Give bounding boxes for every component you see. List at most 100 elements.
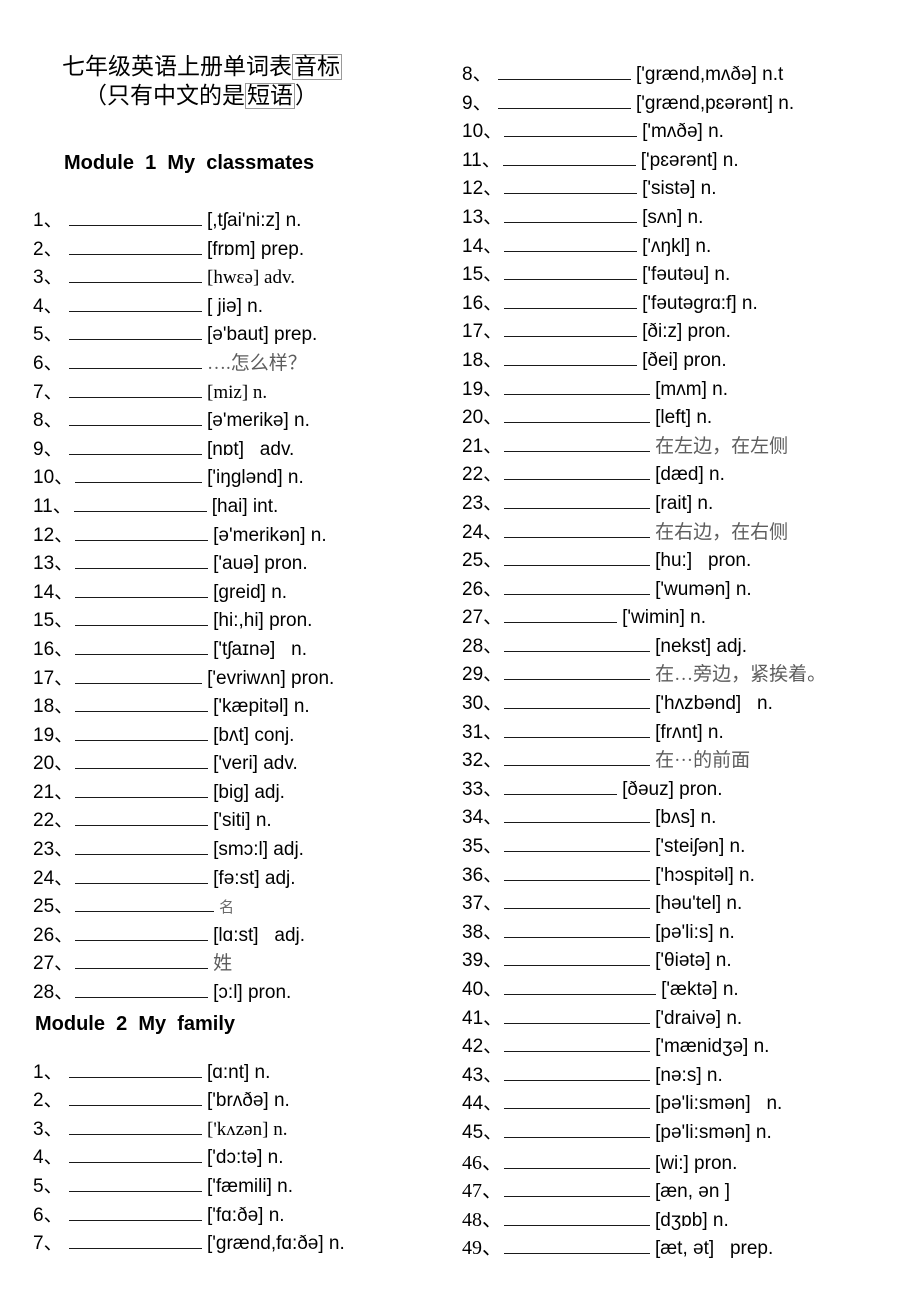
answer-blank[interactable] xyxy=(504,720,651,738)
entry-number: 8、 xyxy=(462,64,492,85)
answer-blank[interactable] xyxy=(504,1236,650,1255)
answer-blank[interactable] xyxy=(75,666,203,684)
answer-blank[interactable] xyxy=(504,1208,650,1226)
word-entry-row: 23、 [smɔ:l] adj. xyxy=(33,834,453,863)
answer-blank[interactable] xyxy=(504,863,651,881)
entry-number: 3、 xyxy=(33,267,63,289)
answer-blank[interactable] xyxy=(504,1120,651,1138)
answer-blank[interactable] xyxy=(69,351,202,369)
answer-blank[interactable] xyxy=(69,1088,202,1107)
answer-blank[interactable] xyxy=(498,62,631,80)
answer-blank[interactable] xyxy=(504,1091,651,1110)
answer-blank[interactable] xyxy=(75,808,209,827)
answer-blank[interactable] xyxy=(504,1151,650,1169)
answer-blank[interactable] xyxy=(504,662,651,681)
answer-blank[interactable] xyxy=(504,977,657,995)
answer-blank[interactable] xyxy=(504,291,638,309)
word-entry-row: 40、 ['æktə] n. xyxy=(462,974,882,1003)
answer-blank[interactable] xyxy=(69,1117,202,1135)
document-page: 七年级英语上册单词表音标 （只有中文的是短语） Module 1 My clas… xyxy=(0,0,920,1302)
answer-blank[interactable] xyxy=(69,408,202,427)
entry-chinese-gloss: 在···的前面 xyxy=(655,750,751,772)
answer-blank[interactable] xyxy=(504,605,618,624)
answer-blank[interactable] xyxy=(504,1034,651,1053)
entry-phonetic: ['brʌðə] n. xyxy=(207,1090,290,1112)
entry-phonetic: ['grænd,mʌðə] n.t xyxy=(636,64,784,85)
word-entry-row: 21、 [big] adj. xyxy=(33,777,453,806)
answer-blank[interactable] xyxy=(504,577,651,595)
entry-phonetic: [hi:,hi] pron. xyxy=(213,610,313,632)
answer-blank[interactable] xyxy=(69,322,202,341)
answer-blank[interactable] xyxy=(504,834,651,853)
answer-blank[interactable] xyxy=(502,148,636,166)
answer-blank[interactable] xyxy=(69,1231,202,1250)
answer-blank[interactable] xyxy=(75,637,209,655)
entry-number: 10、 xyxy=(33,467,74,489)
answer-blank[interactable] xyxy=(75,608,209,627)
answer-blank[interactable] xyxy=(75,980,209,999)
answer-blank[interactable] xyxy=(504,205,638,223)
answer-blank[interactable] xyxy=(75,694,209,713)
answer-blank[interactable] xyxy=(504,405,651,424)
answer-blank[interactable] xyxy=(504,319,638,338)
answer-blank[interactable] xyxy=(504,920,651,938)
word-entry-row: 28、 [nekst] adj. xyxy=(462,631,882,660)
answer-blank[interactable] xyxy=(504,520,651,538)
answer-blank[interactable] xyxy=(75,723,209,741)
entry-phonetic: ['hɔspitəl] n. xyxy=(655,864,755,886)
answer-blank[interactable] xyxy=(504,262,638,281)
answer-blank[interactable] xyxy=(69,237,202,255)
entry-chinese-gloss: 在…旁边，紧挨着。 xyxy=(655,664,827,686)
answer-blank[interactable] xyxy=(504,234,638,252)
answer-blank[interactable] xyxy=(504,691,651,710)
answer-blank[interactable] xyxy=(504,377,651,395)
answer-blank[interactable] xyxy=(504,948,651,967)
answer-blank[interactable] xyxy=(75,580,209,598)
answer-blank[interactable] xyxy=(75,780,209,798)
answer-blank[interactable] xyxy=(504,634,651,652)
answer-blank[interactable] xyxy=(75,551,209,570)
entry-phonetic: [greid] n. xyxy=(213,581,288,603)
answer-blank[interactable] xyxy=(504,348,638,366)
answer-blank[interactable] xyxy=(75,751,209,770)
answer-blank[interactable] xyxy=(69,294,202,312)
answer-blank[interactable] xyxy=(75,923,209,941)
answer-blank[interactable] xyxy=(504,491,651,509)
entry-number: 12、 xyxy=(33,524,74,546)
word-entry-row: 5、 [ə'baut] prep. xyxy=(33,319,453,348)
answer-blank[interactable] xyxy=(504,434,651,452)
answer-blank[interactable] xyxy=(504,748,651,767)
entry-number: 30、 xyxy=(462,693,503,715)
answer-blank[interactable] xyxy=(75,465,203,484)
answer-blank[interactable] xyxy=(498,91,631,109)
answer-blank[interactable] xyxy=(69,208,202,226)
answer-blank[interactable] xyxy=(504,1063,651,1081)
answer-blank[interactable] xyxy=(504,777,618,795)
answer-blank[interactable] xyxy=(69,1174,202,1192)
answer-blank[interactable] xyxy=(504,119,638,138)
answer-blank[interactable] xyxy=(75,866,209,884)
answer-blank[interactable] xyxy=(504,176,638,195)
word-entry-row: 11、 ['pɛərənt] n. xyxy=(462,145,882,174)
answer-blank[interactable] xyxy=(504,462,651,481)
answer-blank[interactable] xyxy=(69,437,202,455)
entry-number: 33、 xyxy=(462,778,503,800)
answer-blank[interactable] xyxy=(504,805,651,824)
entry-number: 39、 xyxy=(462,950,503,972)
entry-phonetic: [miz] n. xyxy=(207,381,268,403)
answer-blank[interactable] xyxy=(69,1060,202,1078)
answer-blank[interactable] xyxy=(75,951,209,970)
answer-blank[interactable] xyxy=(69,1203,202,1221)
answer-blank[interactable] xyxy=(75,894,215,913)
answer-blank[interactable] xyxy=(75,837,209,856)
answer-blank[interactable] xyxy=(504,1179,650,1198)
answer-blank[interactable] xyxy=(69,380,202,398)
answer-blank[interactable] xyxy=(504,891,651,910)
entry-number: 45、 xyxy=(462,1121,503,1143)
answer-blank[interactable] xyxy=(75,523,209,541)
answer-blank[interactable] xyxy=(73,494,207,512)
answer-blank[interactable] xyxy=(69,1145,202,1164)
answer-blank[interactable] xyxy=(504,1006,651,1024)
answer-blank[interactable] xyxy=(69,265,202,284)
answer-blank[interactable] xyxy=(504,548,651,567)
